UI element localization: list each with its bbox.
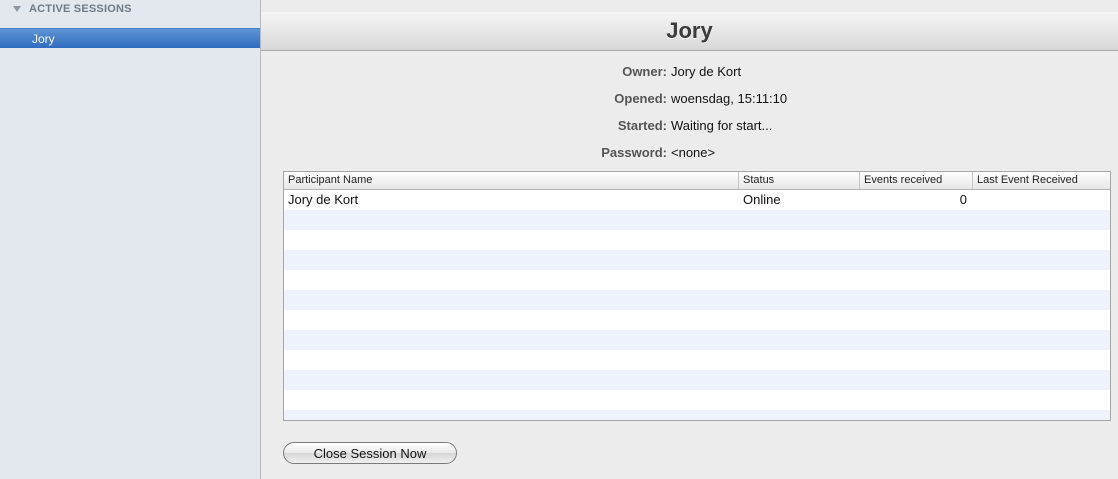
- sidebar-section-header[interactable]: ACTIVE SESSIONS: [0, 0, 260, 18]
- column-header-status[interactable]: Status: [739, 172, 860, 189]
- table-header: Participant Name Status Events received …: [284, 172, 1110, 190]
- password-value: <none>: [671, 145, 716, 160]
- opened-label: Opened:: [614, 91, 667, 106]
- events-received-cell: 0: [959, 192, 967, 207]
- opened-value: woensdag, 15:11:10: [671, 91, 788, 106]
- column-header-participant-name[interactable]: Participant Name: [284, 172, 739, 189]
- owner-row: Owner: Jory de Kort: [261, 62, 1118, 82]
- opened-row: Opened: woensdag, 15:11:10: [261, 89, 1118, 109]
- sidebar-item-jory[interactable]: Jory: [0, 28, 260, 48]
- participants-table[interactable]: Participant Name Status Events received …: [283, 171, 1111, 421]
- session-title: Jory: [261, 12, 1118, 51]
- sidebar-section-label: ACTIVE SESSIONS: [29, 3, 132, 15]
- owner-value: Jory de Kort: [671, 64, 742, 79]
- table-row[interactable]: Jory de Kort Online 0: [284, 190, 1110, 210]
- started-label: Started:: [617, 118, 667, 133]
- started-value: Waiting for start...: [671, 118, 773, 133]
- disclosure-triangle-icon[interactable]: [13, 6, 21, 12]
- password-label: Password:: [601, 145, 667, 160]
- owner-label: Owner:: [622, 64, 667, 79]
- column-header-last-event-received[interactable]: Last Event Received: [973, 172, 1110, 189]
- started-row: Started: Waiting for start...: [261, 116, 1118, 136]
- close-session-button[interactable]: Close Session Now: [283, 442, 457, 464]
- session-detail-panel: Jory Owner: Jory de Kort Opened: woensda…: [261, 0, 1118, 479]
- table-row-stripes: [284, 190, 1110, 420]
- participant-name-cell: Jory de Kort: [288, 192, 359, 207]
- status-cell: Online: [743, 192, 781, 207]
- password-row: Password: <none>: [261, 143, 1118, 163]
- column-header-events-received[interactable]: Events received: [860, 172, 973, 189]
- sidebar: ACTIVE SESSIONS Jory: [0, 0, 261, 479]
